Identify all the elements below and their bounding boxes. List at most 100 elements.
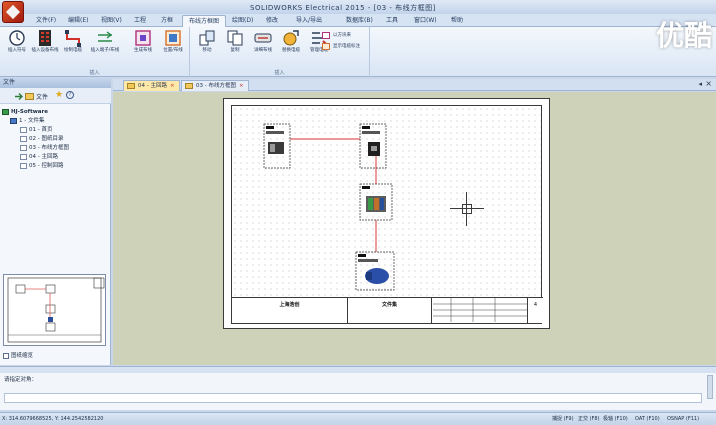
- generate-wiring-icon: [135, 30, 151, 46]
- sheet-preview[interactable]: [3, 274, 106, 346]
- title-block-doc-title: 文件集: [348, 298, 432, 324]
- terminal-icon: [98, 31, 113, 42]
- cursor-crosshair: [450, 192, 484, 226]
- ribbon-group-edit: 移动 复制 详细布线 替换电缆 管理电缆 以方块来 显示电缆标注 插入: [190, 27, 370, 77]
- insert-terminal-label: 插入端子/布线: [90, 48, 120, 53]
- sheet-icon: [185, 83, 193, 89]
- help-icon[interactable]: ?: [66, 91, 74, 99]
- page-icon: [20, 144, 27, 151]
- draw-cable-button[interactable]: 绘制电缆: [58, 29, 88, 65]
- block-mode-button[interactable]: 以方块来: [322, 31, 351, 40]
- generate-wiring-button[interactable]: 生成布线: [128, 29, 158, 65]
- pin-icon[interactable]: ◂: [698, 80, 702, 88]
- device-block-motor[interactable]: [355, 251, 395, 291]
- replace-cable-button[interactable]: 替换电缆: [276, 29, 306, 65]
- file-panel: 文件 文件 ★ ? HJ-Software 1 - 文件集 01 - 首页 02…: [0, 78, 111, 365]
- tree-item-control-circuit[interactable]: 05 - 控制回路: [2, 162, 108, 171]
- device-block-drive[interactable]: [359, 123, 387, 169]
- folder-icon[interactable]: [25, 92, 34, 100]
- generate-wiring-label: 生成布线: [134, 48, 152, 53]
- title-block-grid: [432, 298, 527, 322]
- replace-icon: [283, 30, 299, 46]
- close-icon[interactable]: ×: [239, 83, 244, 89]
- menu-tab-tools[interactable]: 工具: [380, 15, 404, 27]
- tree-item-project[interactable]: HJ-Software: [2, 108, 108, 117]
- file-panel-header: 文件: [0, 78, 111, 88]
- tree-item-wiring-block[interactable]: 03 - 布线方框图: [2, 144, 108, 153]
- drawing-frame: 上海浩创 文件集 4: [231, 105, 543, 325]
- draw-cable-label: 绘制电缆: [64, 48, 82, 53]
- show-cable-label-label: 显示电缆标注: [333, 44, 360, 49]
- ribbon-group-insert: 插入符号 插入设备布线 绘制电缆 插入端子/布线 生成布线 位置/布线 插入: [0, 27, 190, 77]
- tree-item-index[interactable]: 02 - 图纸目录: [2, 135, 108, 144]
- menu-tab-edit[interactable]: 编辑(E): [62, 15, 94, 27]
- menu-tab-draw[interactable]: 绘图(D): [226, 15, 259, 27]
- command-area: 请指定对角：: [0, 366, 716, 410]
- cursor-coordinates: X: 314.6079668525, Y: 144.2542582120: [2, 416, 104, 422]
- menu-tab-file[interactable]: 文件(F): [30, 15, 62, 27]
- file-toolbar-label[interactable]: 文件: [36, 92, 48, 101]
- show-cable-label-button[interactable]: 显示电缆标注: [322, 42, 360, 51]
- menu-tab-view[interactable]: 视图(V): [95, 15, 128, 27]
- menu-tab-window[interactable]: 窗口(W): [408, 15, 443, 27]
- insert-symbol-button[interactable]: 插入符号: [2, 29, 32, 65]
- device-block-panel[interactable]: [263, 123, 291, 169]
- menu-tab-import-export[interactable]: 导入/导出: [290, 15, 328, 27]
- menu-tab-modify[interactable]: 修改: [260, 15, 284, 27]
- insert-device-wiring-button[interactable]: 插入设备布线: [30, 29, 60, 65]
- location-wiring-button[interactable]: 位置/布线: [158, 29, 188, 65]
- copy-button[interactable]: 复制: [220, 29, 250, 65]
- menu-bar: 文件(F) 编辑(E) 视图(V) 工程 方框 布线方框图 绘图(D) 修改 导…: [0, 14, 716, 27]
- ribbon: 插入符号 插入设备布线 绘制电缆 插入端子/布线 生成布线 位置/布线 插入 移…: [0, 27, 716, 77]
- tree-item-cover[interactable]: 01 - 首页: [2, 126, 108, 135]
- command-input[interactable]: [4, 393, 702, 403]
- preview-checkbox[interactable]: [3, 352, 9, 359]
- sheet-preview-toggle[interactable]: 图纸缩览: [3, 351, 33, 359]
- page-icon: [20, 135, 27, 142]
- drawing-workspace[interactable]: 上海浩创 文件集 4: [113, 92, 716, 365]
- wiring-diagram[interactable]: [232, 106, 543, 325]
- command-area-header: [0, 367, 716, 373]
- move-icon: [199, 30, 215, 46]
- tree-item-book[interactable]: 1 - 文件集: [2, 117, 108, 126]
- window-title: SOLIDWORKS Electrical 2015 - [03 - 布线方框图…: [250, 4, 436, 12]
- ribbon-group-edit-label: 插入: [274, 70, 285, 76]
- doc-tab-main-circuit[interactable]: 04 - 主回路 ×: [123, 80, 180, 91]
- preview-checkbox-label: 图纸缩览: [11, 353, 34, 359]
- copy-label: 复制: [230, 48, 240, 53]
- device-grid-icon: [39, 30, 51, 46]
- menu-tab-wiring-block[interactable]: 布线方框图: [182, 15, 227, 27]
- menu-tab-help[interactable]: 帮助: [445, 15, 469, 27]
- osnap-toggle[interactable]: OSNAP (F11): [667, 413, 699, 425]
- app-logo-button[interactable]: [2, 1, 24, 23]
- menu-tab-database[interactable]: 数据库(B): [340, 15, 379, 27]
- move-label: 移动: [202, 48, 212, 53]
- polar-toggle[interactable]: 极轴 (F10): [603, 413, 628, 425]
- doc-tab-wiring-block[interactable]: 03 - 布线方框图 ×: [181, 80, 249, 91]
- close-icon[interactable]: ×: [705, 79, 712, 88]
- arrow-icon[interactable]: [14, 92, 23, 101]
- menu-tab-block[interactable]: 方框: [155, 15, 179, 27]
- command-prompt: 请指定对角：: [4, 377, 38, 383]
- detail-wiring-button[interactable]: 详细布线: [248, 29, 278, 65]
- menu-tab-project[interactable]: 工程: [128, 15, 152, 27]
- title-block-company: 上海浩创: [232, 298, 348, 324]
- star-icon[interactable]: ★: [55, 90, 63, 100]
- book-icon: [10, 117, 17, 124]
- tree-item-main-circuit[interactable]: 04 - 主回路: [2, 153, 108, 162]
- insert-symbol-label: 插入符号: [8, 48, 26, 53]
- close-icon[interactable]: ×: [170, 83, 175, 89]
- command-scrollbar[interactable]: [707, 375, 713, 399]
- copy-icon: [227, 30, 243, 46]
- project-tree: HJ-Software 1 - 文件集 01 - 首页 02 - 图纸目录 03…: [2, 108, 108, 171]
- document-tabs: 04 - 主回路 × 03 - 布线方框图 × ◂ ×: [113, 79, 716, 91]
- status-bar: X: 314.6079668525, Y: 144.2542582120 捕捉 …: [0, 412, 716, 425]
- oat-toggle[interactable]: OAT (F10): [635, 413, 660, 425]
- snap-toggle[interactable]: 捕捉 (F9): [552, 413, 574, 425]
- device-block-cabinet[interactable]: [359, 183, 393, 221]
- ortho-toggle[interactable]: 正交 (F8): [578, 413, 600, 425]
- move-button[interactable]: 移动: [192, 29, 222, 65]
- page-icon: [20, 153, 27, 160]
- insert-terminal-button[interactable]: 插入端子/布线: [88, 29, 122, 65]
- brand-watermark: 优酷: [655, 19, 712, 52]
